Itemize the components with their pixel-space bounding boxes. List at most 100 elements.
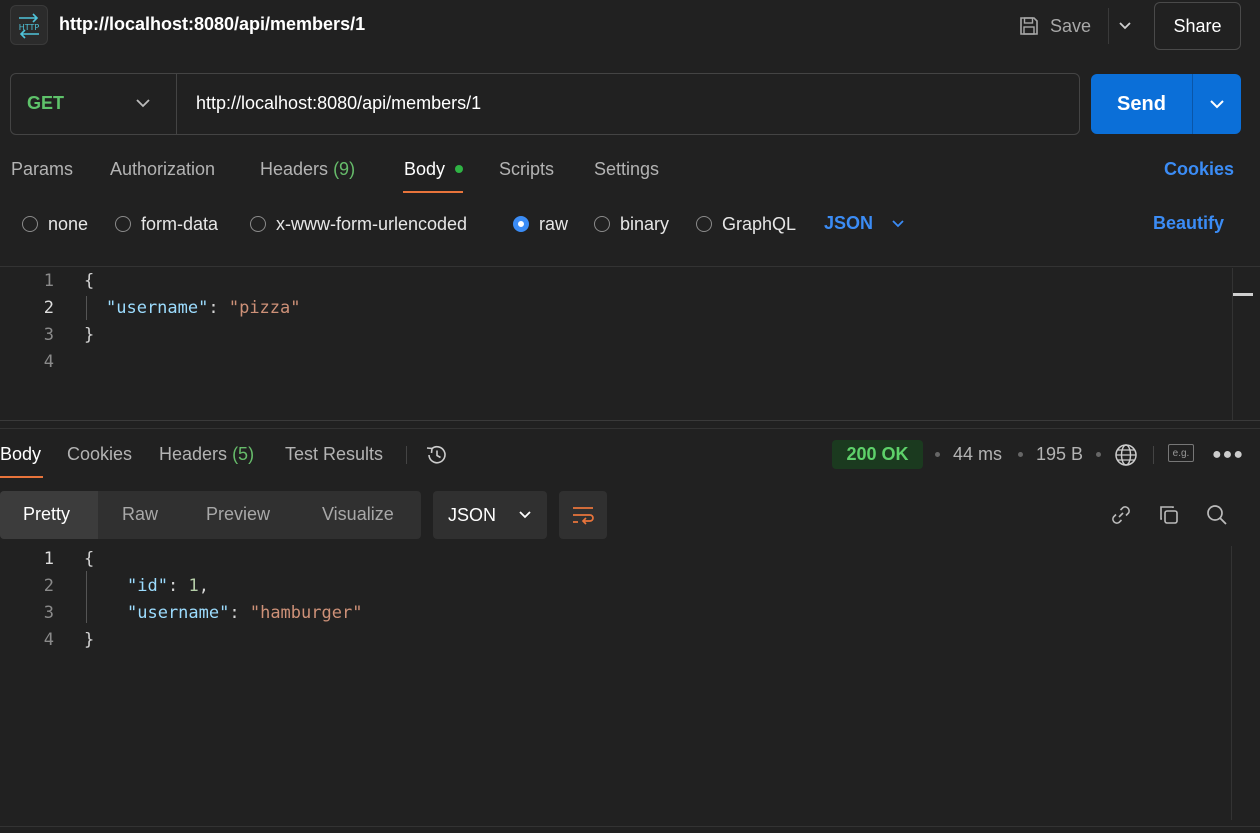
send-options-button[interactable] xyxy=(1193,74,1241,134)
radio-circle xyxy=(22,216,38,232)
beautify-button[interactable]: Beautify xyxy=(1153,213,1224,234)
radio-form-data[interactable]: form-data xyxy=(115,213,218,235)
save-button[interactable]: Save xyxy=(1018,8,1091,44)
indent-guide xyxy=(86,571,87,623)
globe-icon[interactable] xyxy=(1113,442,1139,473)
body-format-label: JSON xyxy=(824,213,874,233)
divider xyxy=(1153,446,1154,464)
code-line[interactable]: "username": "hamburger" xyxy=(127,603,362,623)
tab-headers-count: (9) xyxy=(333,159,356,179)
editor-scrollbar-thumb[interactable] xyxy=(1233,293,1253,296)
json-colon: : xyxy=(229,603,250,623)
active-tab-indicator xyxy=(0,476,43,478)
active-tab-indicator xyxy=(403,191,463,193)
svg-text:HTTP: HTTP xyxy=(19,23,40,32)
pane-resize-handle[interactable] xyxy=(0,420,1260,421)
radio-label: none xyxy=(48,213,89,234)
response-format-select[interactable]: JSON xyxy=(433,491,547,539)
radio-raw[interactable]: raw xyxy=(513,213,568,235)
code-line[interactable]: "id": 1, xyxy=(127,576,209,596)
separator-dot xyxy=(1096,452,1101,457)
tab-scripts[interactable]: Scripts xyxy=(499,159,554,180)
chevron-down-icon xyxy=(519,511,531,519)
cookies-link[interactable]: Cookies xyxy=(1164,159,1234,180)
response-tab-cookies[interactable]: Cookies xyxy=(67,444,132,465)
tab-body[interactable]: Body xyxy=(404,159,445,180)
response-tab-test-results[interactable]: Test Results xyxy=(285,444,383,465)
code-line[interactable]: "username": "pizza" xyxy=(106,298,301,318)
chevron-down-icon xyxy=(1210,100,1224,109)
http-request-icon: HTTP xyxy=(10,5,48,45)
response-format-label: JSON xyxy=(447,504,496,525)
body-modified-dot xyxy=(455,165,463,173)
line-number: 2 xyxy=(43,576,54,596)
url-divider xyxy=(176,74,177,134)
radio-label: x-www-form-urlencoded xyxy=(276,213,468,234)
request-title[interactable]: http://localhost:8080/api/members/1 xyxy=(59,14,365,35)
url-input[interactable]: http://localhost:8080/api/members/1 xyxy=(196,93,481,114)
code-line[interactable]: { xyxy=(84,549,94,569)
json-comma: , xyxy=(198,576,209,596)
share-button[interactable]: Share xyxy=(1154,2,1241,50)
status-bar-border xyxy=(0,826,1260,827)
line-number: 1 xyxy=(43,549,54,569)
json-key: "id" xyxy=(127,576,168,596)
save-icon xyxy=(1020,17,1038,35)
json-colon: : xyxy=(208,298,229,318)
radio-circle xyxy=(250,216,266,232)
divider xyxy=(406,446,407,464)
radio-none[interactable]: none xyxy=(22,213,88,235)
copy-icon[interactable] xyxy=(1156,502,1182,533)
response-time[interactable]: 44 ms xyxy=(953,444,1002,465)
method-chevron-down-icon[interactable] xyxy=(134,92,152,119)
save-label: Save xyxy=(1050,15,1092,36)
radio-binary[interactable]: binary xyxy=(594,213,669,235)
code-line[interactable]: { xyxy=(84,271,94,291)
view-raw[interactable]: Raw xyxy=(122,504,158,525)
line-number: 4 xyxy=(43,630,54,650)
radio-circle xyxy=(696,216,712,232)
response-size[interactable]: 195 B xyxy=(1036,444,1083,465)
more-options-icon[interactable]: ●●● xyxy=(1212,446,1244,464)
editor-border xyxy=(0,266,1260,267)
view-preview[interactable]: Preview xyxy=(206,504,270,525)
tab-params[interactable]: Params xyxy=(11,159,73,180)
response-tab-headers-count: (5) xyxy=(232,444,255,464)
method-select[interactable]: GET xyxy=(27,93,64,114)
radio-circle xyxy=(115,216,131,232)
radio-graphql[interactable]: GraphQL xyxy=(696,213,796,235)
json-number-value: 1 xyxy=(188,576,199,596)
response-tab-headers-label: Headers xyxy=(159,444,228,464)
search-icon[interactable] xyxy=(1204,502,1230,533)
body-format-select[interactable]: JSON xyxy=(824,213,905,234)
radio-x-www-form-urlencoded[interactable]: x-www-form-urlencoded xyxy=(250,213,467,235)
code-line[interactable]: } xyxy=(84,630,94,650)
wrap-lines-icon xyxy=(573,507,594,525)
save-options-button[interactable] xyxy=(1108,8,1140,44)
line-number: 2 xyxy=(43,298,54,318)
line-number: 3 xyxy=(43,603,54,623)
separator-dot xyxy=(935,452,940,457)
separator-dot xyxy=(1018,452,1023,457)
save-example-icon[interactable]: e.g. xyxy=(1168,444,1194,462)
view-visualize[interactable]: Visualize xyxy=(322,504,394,525)
radio-circle-selected xyxy=(513,216,529,232)
line-number: 4 xyxy=(43,352,54,372)
response-tab-headers[interactable]: Headers (5) xyxy=(159,444,254,465)
link-icon[interactable] xyxy=(1108,502,1134,533)
history-icon[interactable] xyxy=(424,442,450,473)
tab-settings[interactable]: Settings xyxy=(594,159,659,180)
radio-label: form-data xyxy=(141,213,219,234)
radio-label: binary xyxy=(620,213,670,234)
indent-guide xyxy=(86,296,87,320)
response-tab-body[interactable]: Body xyxy=(0,444,41,465)
send-button[interactable]: Send xyxy=(1091,74,1192,134)
json-key: "username" xyxy=(127,603,230,623)
view-pretty[interactable]: Pretty xyxy=(23,504,70,525)
wrap-lines-button[interactable] xyxy=(559,491,607,539)
tab-authorization[interactable]: Authorization xyxy=(110,159,215,180)
status-badge[interactable]: 200 OK xyxy=(832,440,923,469)
editor-scrollbar-track xyxy=(1231,546,1232,820)
tab-headers[interactable]: Headers (9) xyxy=(260,159,355,180)
code-line[interactable]: } xyxy=(84,325,94,345)
